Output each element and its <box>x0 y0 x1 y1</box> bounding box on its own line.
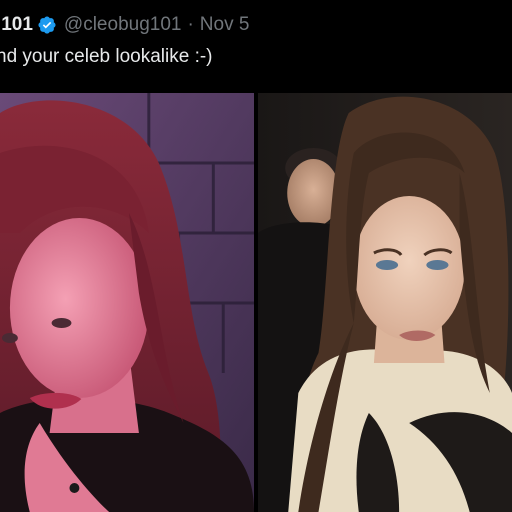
verified-badge-icon <box>37 15 57 35</box>
display-name[interactable]: ug101 <box>0 14 33 36</box>
selfie-photo[interactable] <box>0 93 254 512</box>
separator-dot: · <box>187 14 194 35</box>
tweet: ug101 @cleobug101 · Nov 5 nd your celeb … <box>0 0 512 512</box>
handle[interactable]: @cleobug101 <box>64 14 182 36</box>
celebrity-photo[interactable] <box>258 93 512 512</box>
timestamp[interactable]: Nov 5 <box>200 14 250 36</box>
media-grid <box>0 93 512 512</box>
tweet-header: ug101 @cleobug101 · Nov 5 <box>0 8 249 42</box>
tweet-text: nd your celeb lookalike :-) <box>0 46 213 67</box>
